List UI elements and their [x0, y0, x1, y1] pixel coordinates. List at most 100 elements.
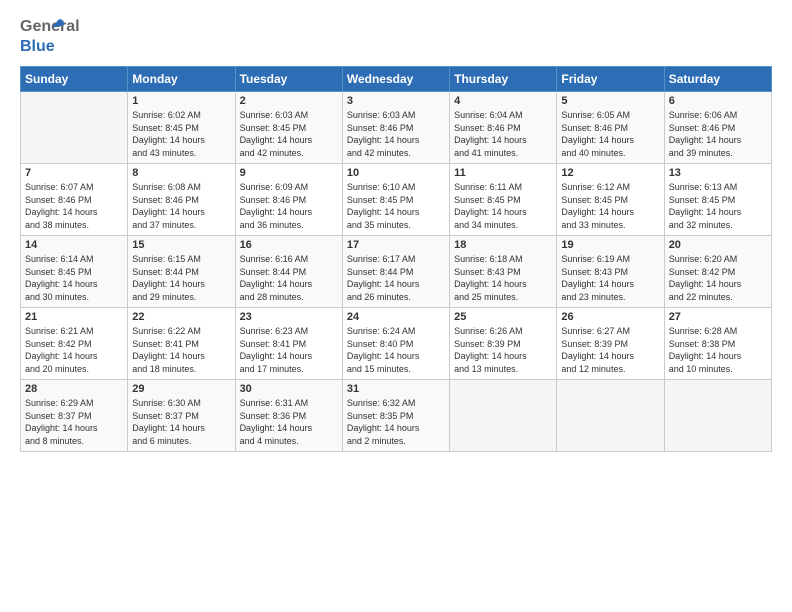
- day-number: 15: [132, 239, 230, 251]
- day-number: 8: [132, 167, 230, 179]
- calendar-cell: 25Sunrise: 6:26 AMSunset: 8:39 PMDayligh…: [450, 308, 557, 380]
- calendar-cell: 29 Sunrise: 6:30 AMSunset: 8:37 PMDayligh…: [128, 380, 235, 452]
- day-info: Sunrise: 6:12 AMSunset: 8:45 PMDaylight:…: [561, 181, 659, 231]
- day-number: 29: [132, 383, 230, 395]
- day-info: Sunrise: 6:08 AMSunset: 8:46 PMDaylight:…: [132, 181, 230, 231]
- calendar-table: SundayMondayTuesdayWednesdayThursdayFrid…: [20, 66, 772, 452]
- calendar-cell: 15 Sunrise: 6:15 AMSunset: 8:44 PMDayligh…: [128, 236, 235, 308]
- day-number: 7: [25, 167, 123, 179]
- day-info: Sunrise: 6:02 AMSunset: 8:45 PMDaylight:…: [132, 109, 230, 159]
- day-info: Sunrise: 6:07 AMSunset: 8:46 PMDaylight:…: [25, 181, 123, 231]
- day-header-friday: Friday: [557, 67, 664, 92]
- calendar-cell: 20 Sunrise: 6:20 AMSunset: 8:42 PMDayligh…: [664, 236, 771, 308]
- day-number: 18: [454, 239, 552, 251]
- day-number: 30: [240, 383, 338, 395]
- logo: General Blue: [20, 18, 62, 56]
- day-number: 3: [347, 95, 445, 107]
- page: General Blue SundayMondayTuesdayWednesda…: [0, 0, 792, 612]
- day-header-tuesday: Tuesday: [235, 67, 342, 92]
- day-info: Sunrise: 6:23 AMSunset: 8:41 PMDaylight:…: [240, 325, 338, 375]
- day-info: Sunrise: 6:28 AMSunset: 8:38 PMDaylight:…: [669, 325, 767, 375]
- day-info: Sunrise: 6:09 AMSunset: 8:46 PMDaylight:…: [240, 181, 338, 231]
- day-info: Sunrise: 6:04 AMSunset: 8:46 PMDaylight:…: [454, 109, 552, 159]
- day-number: 17: [347, 239, 445, 251]
- day-number: 22: [132, 311, 230, 323]
- calendar-cell: 3 Sunrise: 6:03 AMSunset: 8:46 PMDaylight…: [342, 92, 449, 164]
- header: General Blue: [20, 18, 772, 56]
- day-info: Sunrise: 6:03 AMSunset: 8:46 PMDaylight:…: [347, 109, 445, 159]
- day-number: 19: [561, 239, 659, 251]
- day-number: 11: [454, 167, 552, 179]
- day-info: Sunrise: 6:05 AMSunset: 8:46 PMDaylight:…: [561, 109, 659, 159]
- calendar-cell: 7 Sunrise: 6:07 AMSunset: 8:46 PMDaylight…: [21, 164, 128, 236]
- week-row-3: 14 Sunrise: 6:14 AMSunset: 8:45 PMDayligh…: [21, 236, 772, 308]
- calendar-cell: [21, 92, 128, 164]
- day-info: Sunrise: 6:03 AMSunset: 8:45 PMDaylight:…: [240, 109, 338, 159]
- calendar-cell: [450, 380, 557, 452]
- calendar-cell: 4 Sunrise: 6:04 AMSunset: 8:46 PMDaylight…: [450, 92, 557, 164]
- calendar-cell: 18 Sunrise: 6:18 AMSunset: 8:43 PMDayligh…: [450, 236, 557, 308]
- week-row-2: 7 Sunrise: 6:07 AMSunset: 8:46 PMDaylight…: [21, 164, 772, 236]
- calendar-cell: 6 Sunrise: 6:06 AMSunset: 8:46 PMDaylight…: [664, 92, 771, 164]
- day-number: 5: [561, 95, 659, 107]
- day-info: Sunrise: 6:27 AMSunset: 8:39 PMDaylight:…: [561, 325, 659, 375]
- calendar-cell: 11 Sunrise: 6:11 AMSunset: 8:45 PMDayligh…: [450, 164, 557, 236]
- calendar-cell: 31 Sunrise: 6:32 AMSunset: 8:35 PMDayligh…: [342, 380, 449, 452]
- day-info: Sunrise: 6:22 AMSunset: 8:41 PMDaylight:…: [132, 325, 230, 375]
- calendar-header-row: SundayMondayTuesdayWednesdayThursdayFrid…: [21, 67, 772, 92]
- day-info: Sunrise: 6:29 AMSunset: 8:37 PMDaylight:…: [25, 397, 123, 447]
- logo-bird-icon: [50, 18, 66, 34]
- calendar-cell: 26Sunrise: 6:27 AMSunset: 8:39 PMDayligh…: [557, 308, 664, 380]
- week-row-1: 1Sunrise: 6:02 AMSunset: 8:45 PMDaylight…: [21, 92, 772, 164]
- day-number: 4: [454, 95, 552, 107]
- day-info: Sunrise: 6:11 AMSunset: 8:45 PMDaylight:…: [454, 181, 552, 231]
- calendar-cell: 13 Sunrise: 6:13 AMSunset: 8:45 PMDayligh…: [664, 164, 771, 236]
- day-info: Sunrise: 6:06 AMSunset: 8:46 PMDaylight:…: [669, 109, 767, 159]
- day-number: 28: [25, 383, 123, 395]
- day-info: Sunrise: 6:14 AMSunset: 8:45 PMDaylight:…: [25, 253, 123, 303]
- day-info: Sunrise: 6:21 AMSunset: 8:42 PMDaylight:…: [25, 325, 123, 375]
- day-info: Sunrise: 6:19 AMSunset: 8:43 PMDaylight:…: [561, 253, 659, 303]
- day-info: Sunrise: 6:30 AMSunset: 8:37 PMDaylight:…: [132, 397, 230, 447]
- calendar-cell: 30 Sunrise: 6:31 AMSunset: 8:36 PMDayligh…: [235, 380, 342, 452]
- calendar-cell: 8 Sunrise: 6:08 AMSunset: 8:46 PMDaylight…: [128, 164, 235, 236]
- calendar-cell: [557, 380, 664, 452]
- day-info: Sunrise: 6:18 AMSunset: 8:43 PMDaylight:…: [454, 253, 552, 303]
- day-info: Sunrise: 6:31 AMSunset: 8:36 PMDaylight:…: [240, 397, 338, 447]
- calendar-cell: 9 Sunrise: 6:09 AMSunset: 8:46 PMDaylight…: [235, 164, 342, 236]
- calendar-cell: 17 Sunrise: 6:17 AMSunset: 8:44 PMDayligh…: [342, 236, 449, 308]
- calendar-cell: 23 Sunrise: 6:23 AMSunset: 8:41 PMDayligh…: [235, 308, 342, 380]
- day-number: 10: [347, 167, 445, 179]
- calendar-cell: [664, 380, 771, 452]
- calendar-cell: 12Sunrise: 6:12 AMSunset: 8:45 PMDayligh…: [557, 164, 664, 236]
- day-info: Sunrise: 6:13 AMSunset: 8:45 PMDaylight:…: [669, 181, 767, 231]
- day-number: 24: [347, 311, 445, 323]
- day-number: 9: [240, 167, 338, 179]
- day-header-saturday: Saturday: [664, 67, 771, 92]
- day-number: 6: [669, 95, 767, 107]
- day-number: 13: [669, 167, 767, 179]
- day-info: Sunrise: 6:24 AMSunset: 8:40 PMDaylight:…: [347, 325, 445, 375]
- calendar-cell: 22 Sunrise: 6:22 AMSunset: 8:41 PMDayligh…: [128, 308, 235, 380]
- week-row-5: 28 Sunrise: 6:29 AMSunset: 8:37 PMDayligh…: [21, 380, 772, 452]
- day-header-wednesday: Wednesday: [342, 67, 449, 92]
- day-info: Sunrise: 6:16 AMSunset: 8:44 PMDaylight:…: [240, 253, 338, 303]
- day-info: Sunrise: 6:10 AMSunset: 8:45 PMDaylight:…: [347, 181, 445, 231]
- day-number: 23: [240, 311, 338, 323]
- calendar-cell: 10 Sunrise: 6:10 AMSunset: 8:45 PMDayligh…: [342, 164, 449, 236]
- day-number: 31: [347, 383, 445, 395]
- calendar-cell: 5 Sunrise: 6:05 AMSunset: 8:46 PMDaylight…: [557, 92, 664, 164]
- calendar-cell: 14 Sunrise: 6:14 AMSunset: 8:45 PMDayligh…: [21, 236, 128, 308]
- day-info: Sunrise: 6:32 AMSunset: 8:35 PMDaylight:…: [347, 397, 445, 447]
- calendar-cell: 19 Sunrise: 6:19 AMSunset: 8:43 PMDayligh…: [557, 236, 664, 308]
- day-number: 20: [669, 239, 767, 251]
- calendar-cell: 2Sunrise: 6:03 AMSunset: 8:45 PMDaylight…: [235, 92, 342, 164]
- day-info: Sunrise: 6:15 AMSunset: 8:44 PMDaylight:…: [132, 253, 230, 303]
- day-number: 21: [25, 311, 123, 323]
- day-info: Sunrise: 6:17 AMSunset: 8:44 PMDaylight:…: [347, 253, 445, 303]
- day-header-monday: Monday: [128, 67, 235, 92]
- calendar-cell: 27Sunrise: 6:28 AMSunset: 8:38 PMDayligh…: [664, 308, 771, 380]
- day-number: 14: [25, 239, 123, 251]
- day-info: Sunrise: 6:20 AMSunset: 8:42 PMDaylight:…: [669, 253, 767, 303]
- calendar-cell: 16Sunrise: 6:16 AMSunset: 8:44 PMDayligh…: [235, 236, 342, 308]
